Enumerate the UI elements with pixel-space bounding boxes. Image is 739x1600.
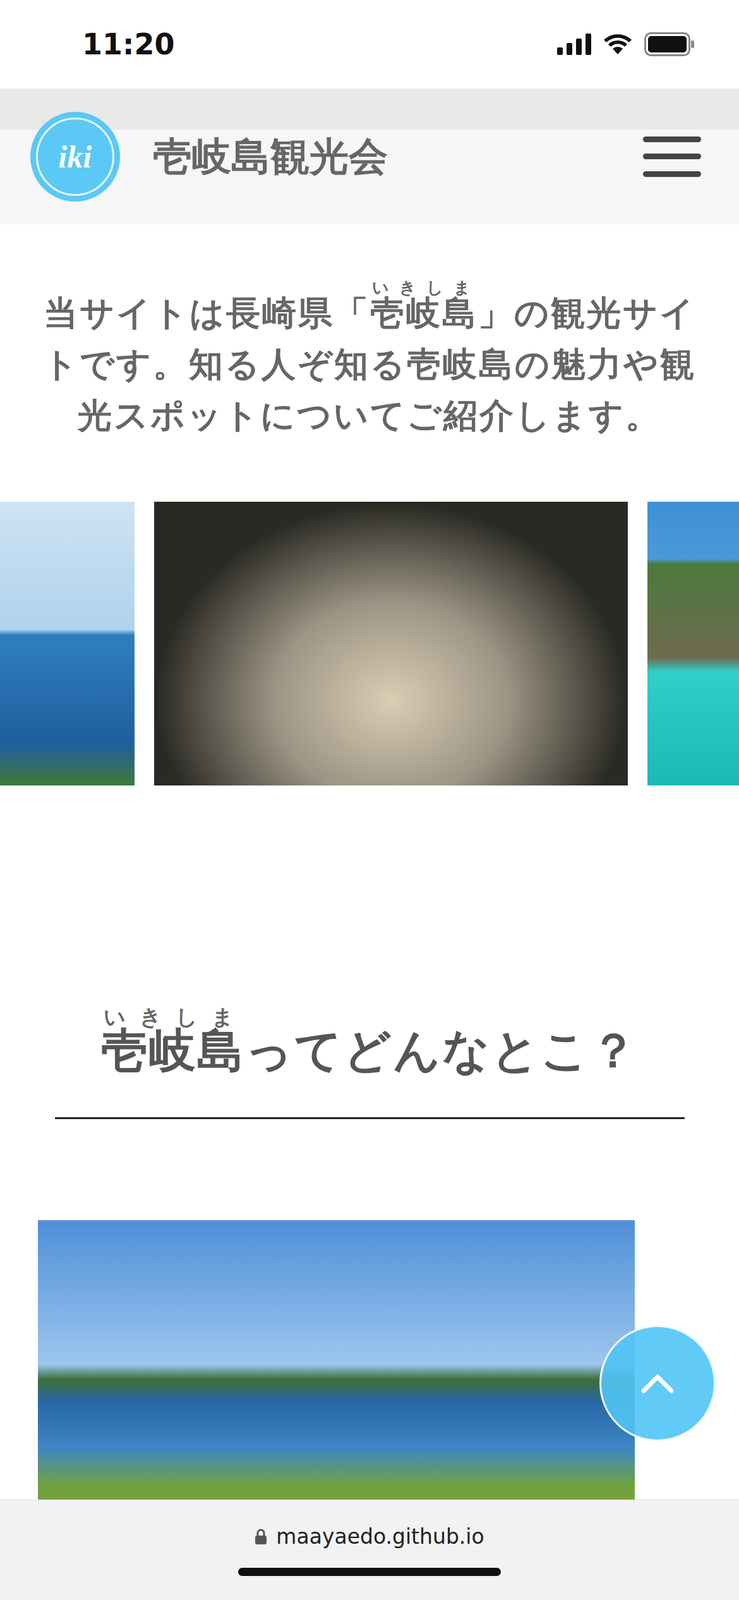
logo-icon[interactable]: iki bbox=[30, 111, 121, 202]
site-header: iki 壱岐島観光会 bbox=[0, 88, 739, 225]
brand[interactable]: iki 壱岐島観光会 bbox=[30, 111, 388, 202]
carousel-slide[interactable] bbox=[647, 501, 739, 786]
menu-bar bbox=[642, 171, 702, 177]
logo-text: iki bbox=[58, 138, 93, 175]
scroll-top-button[interactable] bbox=[599, 1324, 716, 1441]
status-bar: 11:20 bbox=[0, 0, 739, 89]
chevron-up-icon bbox=[638, 1369, 677, 1396]
url-text: maayaedo.github.io bbox=[276, 1523, 484, 1549]
logo-ring: iki bbox=[36, 117, 115, 196]
section-heading: 壱岐島いきしまってどんなとこ？ bbox=[101, 1006, 638, 1086]
page: 11:20 iki 壱岐島観光会当サイトは長崎県「壱岐島いきしま」の観光サイトです。… bbox=[0, 0, 739, 1600]
carousel[interactable] bbox=[0, 501, 739, 786]
heading-ruby: 壱岐島いきしま bbox=[101, 1022, 246, 1077]
lock-icon bbox=[254, 1527, 268, 1545]
home-indicator[interactable] bbox=[238, 1567, 501, 1576]
intro-ruby: 壱岐島いきしま bbox=[370, 293, 479, 333]
hamburger-menu-icon[interactable] bbox=[642, 131, 702, 182]
carousel-slide[interactable] bbox=[154, 501, 628, 786]
menu-bar bbox=[642, 136, 702, 143]
signal-icon bbox=[557, 33, 592, 55]
carousel-slide[interactable] bbox=[0, 501, 135, 786]
battery-icon bbox=[644, 32, 695, 57]
heading-divider bbox=[54, 1116, 685, 1119]
intro: 当サイトは長崎県「壱岐島いきしま」の観光サイトです。知る人ぞ知る壱岐島の魅力や観… bbox=[0, 224, 739, 441]
site-title[interactable]: 壱岐島観光会 bbox=[152, 130, 388, 184]
status-time: 11:20 bbox=[82, 27, 175, 62]
address-bar[interactable]: maayaedo.github.io bbox=[254, 1523, 484, 1549]
menu-bar bbox=[642, 153, 702, 160]
status-icons bbox=[557, 32, 695, 57]
wifi-icon bbox=[602, 32, 633, 56]
browser-bar: maayaedo.github.io bbox=[0, 1498, 739, 1600]
intro-text: 当サイトは長崎県「壱岐島いきしま」の観光サイトです。知る人ぞ知る壱岐島の魅力や観… bbox=[41, 279, 698, 441]
